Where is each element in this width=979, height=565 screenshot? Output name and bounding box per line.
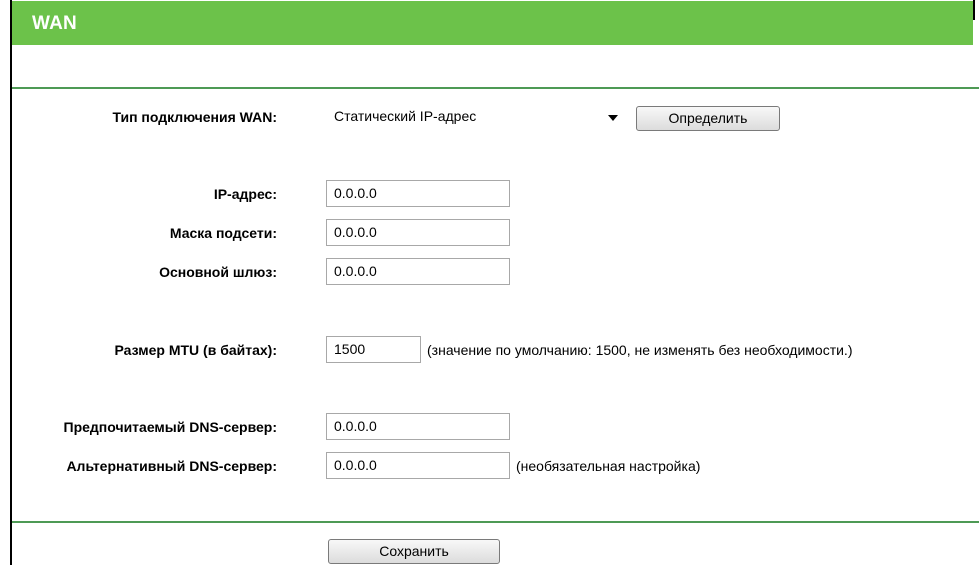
right-frame-border xyxy=(973,0,975,20)
subnet-mask-label: Маска подсети: xyxy=(169,225,277,241)
connection-type-value: Статический IP-адрес xyxy=(334,108,477,124)
dns-primary-input[interactable]: 0.0.0.0 xyxy=(326,413,510,440)
mtu-label: Размер MTU (в байтах): xyxy=(114,342,277,358)
ip-address-label: IP-адрес: xyxy=(213,186,277,202)
gateway-label: Основной шлюз: xyxy=(159,264,277,280)
connection-type-label: Тип подключения WAN: xyxy=(112,109,277,125)
dropdown-arrow-icon xyxy=(608,115,618,121)
dns-secondary-input[interactable]: 0.0.0.0 xyxy=(326,452,510,479)
gateway-input[interactable]: 0.0.0.0 xyxy=(326,258,510,285)
connection-type-select[interactable]: Статический IP-адрес xyxy=(326,104,626,131)
subnet-mask-input[interactable]: 0.0.0.0 xyxy=(326,219,510,246)
dns-primary-label: Предпочитаемый DNS-сервер: xyxy=(63,419,278,435)
ip-address-input[interactable]: 0.0.0.0 xyxy=(326,180,510,207)
mtu-input[interactable]: 1500 xyxy=(326,336,421,363)
dns-secondary-note: (необязательная настройка) xyxy=(516,458,701,474)
save-button[interactable]: Сохранить xyxy=(328,539,500,564)
page-title: WAN xyxy=(32,13,77,34)
section-header: WAN xyxy=(12,1,973,45)
left-frame-border xyxy=(10,0,12,565)
mtu-note: (значение по умолчанию: 1500, не изменят… xyxy=(427,342,853,358)
bottom-divider xyxy=(12,521,979,523)
dns-secondary-label: Альтернативный DNS-сервер: xyxy=(66,458,277,474)
detect-button[interactable]: Определить xyxy=(636,106,780,131)
top-divider xyxy=(12,87,979,89)
